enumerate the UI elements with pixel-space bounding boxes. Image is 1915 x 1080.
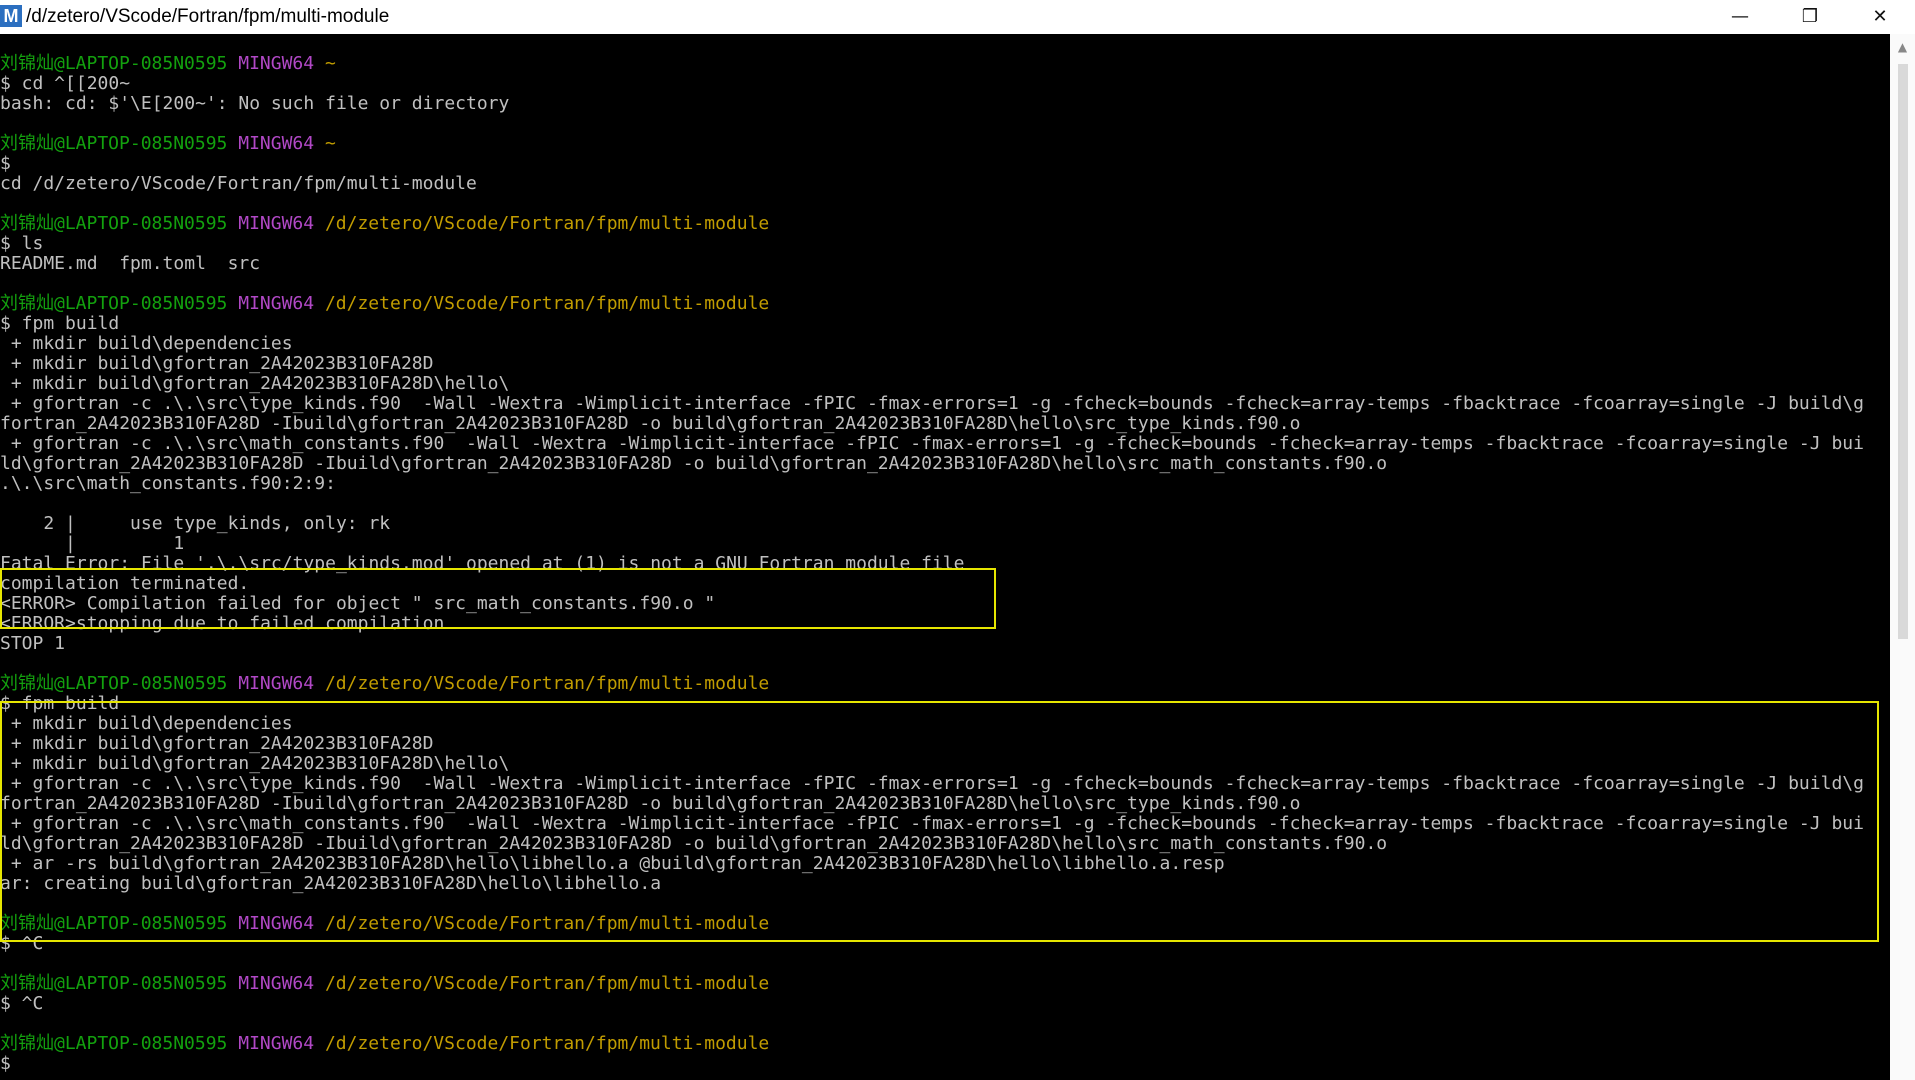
- prompt-line: 刘锦灿@LAPTOP-085N0595 MINGW64 ~: [0, 134, 336, 154]
- prompt-path: /d/zetero/VScode/Fortran/fpm/multi-modul…: [324, 673, 770, 694]
- scrollbar-thumb[interactable]: [1898, 64, 1908, 639]
- output-line: + mkdir build\gfortran_2A42023B310FA28D: [0, 353, 434, 374]
- output-line: + mkdir build\dependencies: [0, 333, 293, 354]
- prompt-path: /d/zetero/VScode/Fortran/fpm/multi-modul…: [324, 913, 770, 934]
- output-line: ld\gfortran_2A42023B310FA28D -Ibuild\gfo…: [0, 833, 1388, 854]
- prompt-user: 刘锦灿@LAPTOP-085N0595: [0, 673, 228, 694]
- output-line: ar: creating build\gfortran_2A42023B310F…: [0, 873, 662, 894]
- prompt-user: 刘锦灿@LAPTOP-085N0595: [0, 293, 228, 314]
- scroll-up-arrow-icon[interactable]: ▲: [1890, 40, 1915, 54]
- prompt-shell: MINGW64: [238, 973, 315, 994]
- prompt-user: 刘锦灿@LAPTOP-085N0595: [0, 913, 228, 934]
- output-line: cd /d/zetero/VScode/Fortran/fpm/multi-mo…: [0, 173, 477, 194]
- output-line: + mkdir build\gfortran_2A42023B310FA28D: [0, 733, 434, 754]
- minimize-button[interactable]: —: [1705, 0, 1775, 34]
- output-line: fortran_2A42023B310FA28D -Ibuild\gfortra…: [0, 413, 1301, 434]
- output-line: STOP 1: [0, 633, 66, 654]
- prompt-line: 刘锦灿@LAPTOP-085N0595 MINGW64 ~: [0, 54, 336, 74]
- output-line: ld\gfortran_2A42023B310FA28D -Ibuild\gfo…: [0, 453, 1388, 474]
- error-line: <ERROR> Compilation failed for object " …: [0, 593, 716, 614]
- prompt-line: 刘锦灿@LAPTOP-085N0595 MINGW64 /d/zetero/VS…: [0, 914, 769, 934]
- prompt-line: 刘锦灿@LAPTOP-085N0595 MINGW64 /d/zetero/VS…: [0, 974, 769, 994]
- prompt-user: 刘锦灿@LAPTOP-085N0595: [0, 1033, 228, 1054]
- output-line: + gfortran -c .\.\src\math_constants.f90…: [0, 433, 1864, 454]
- command-line: $ fpm build: [0, 693, 120, 714]
- output-line: | 1: [0, 533, 185, 554]
- prompt-path: /d/zetero/VScode/Fortran/fpm/multi-modul…: [324, 973, 770, 994]
- error-line: <ERROR>stopping due to failed compilatio…: [0, 613, 445, 634]
- restore-button[interactable]: ❐: [1775, 0, 1845, 34]
- output-line: + mkdir build\gfortran_2A42023B310FA28D\…: [0, 753, 510, 774]
- terminal-output[interactable]: 刘锦灿@LAPTOP-085N0595 MINGW64 ~ $ cd ^[[20…: [0, 34, 1890, 1080]
- prompt-user: 刘锦灿@LAPTOP-085N0595: [0, 213, 228, 234]
- output-line: + mkdir build\gfortran_2A42023B310FA28D\…: [0, 373, 510, 394]
- output-line: fortran_2A42023B310FA28D -Ibuild\gfortra…: [0, 793, 1301, 814]
- prompt-shell: MINGW64: [238, 1033, 315, 1054]
- window-title: /d/zetero/VScode/Fortran/fpm/multi-modul…: [26, 6, 390, 27]
- prompt-shell: MINGW64: [238, 673, 315, 694]
- prompt-shell: MINGW64: [238, 213, 315, 234]
- prompt-line: 刘锦灿@LAPTOP-085N0595 MINGW64 /d/zetero/VS…: [0, 214, 769, 234]
- output-line: bash: cd: $'\E[200~': No such file or di…: [0, 93, 510, 114]
- prompt-shell: MINGW64: [238, 133, 315, 154]
- output-line: + gfortran -c .\.\src\type_kinds.f90 -Wa…: [0, 773, 1864, 794]
- output-line: 2 | use type_kinds, only: rk: [0, 513, 391, 534]
- output-line: README.md fpm.toml src: [0, 253, 261, 274]
- command-line: $: [0, 153, 11, 174]
- output-line: + mkdir build\dependencies: [0, 713, 293, 734]
- prompt-path: /d/zetero/VScode/Fortran/fpm/multi-modul…: [324, 213, 770, 234]
- close-button[interactable]: ✕: [1845, 0, 1915, 34]
- prompt-path: /d/zetero/VScode/Fortran/fpm/multi-modul…: [324, 1033, 770, 1054]
- vertical-scrollbar[interactable]: ▲: [1890, 34, 1915, 1080]
- output-line: + ar -rs build\gfortran_2A42023B310FA28D…: [0, 853, 1225, 874]
- prompt-shell: MINGW64: [238, 913, 315, 934]
- output-line: .\.\src\math_constants.f90:2:9:: [0, 473, 336, 494]
- prompt-user: 刘锦灿@LAPTOP-085N0595: [0, 53, 228, 74]
- prompt-line: 刘锦灿@LAPTOP-085N0595 MINGW64 /d/zetero/VS…: [0, 1034, 769, 1054]
- command-line: $: [0, 1053, 11, 1074]
- command-line: $ ^C: [0, 933, 44, 954]
- prompt-line: 刘锦灿@LAPTOP-085N0595 MINGW64 /d/zetero/VS…: [0, 674, 769, 694]
- title-bar: M /d/zetero/VScode/Fortran/fpm/multi-mod…: [0, 0, 1915, 34]
- command-line: $ ls: [0, 233, 44, 254]
- command-line: $ cd ^[[200~: [0, 73, 131, 94]
- error-line: Fatal Error: File '.\.\src/type_kinds.mo…: [0, 553, 965, 574]
- prompt-user: 刘锦灿@LAPTOP-085N0595: [0, 133, 228, 154]
- command-line: $ fpm build: [0, 313, 120, 334]
- prompt-shell: MINGW64: [238, 53, 315, 74]
- output-line: + gfortran -c .\.\src\type_kinds.f90 -Wa…: [0, 393, 1864, 414]
- mintty-app-icon[interactable]: M: [0, 5, 22, 27]
- prompt-path: /d/zetero/VScode/Fortran/fpm/multi-modul…: [324, 293, 770, 314]
- prompt-line: 刘锦灿@LAPTOP-085N0595 MINGW64 /d/zetero/VS…: [0, 294, 769, 314]
- prompt-path: ~: [324, 53, 336, 74]
- command-line: $ ^C: [0, 993, 44, 1014]
- prompt-user: 刘锦灿@LAPTOP-085N0595: [0, 973, 228, 994]
- error-line: compilation terminated.: [0, 573, 250, 594]
- prompt-path: ~: [324, 133, 336, 154]
- output-line: + gfortran -c .\.\src\math_constants.f90…: [0, 813, 1864, 834]
- prompt-shell: MINGW64: [238, 293, 315, 314]
